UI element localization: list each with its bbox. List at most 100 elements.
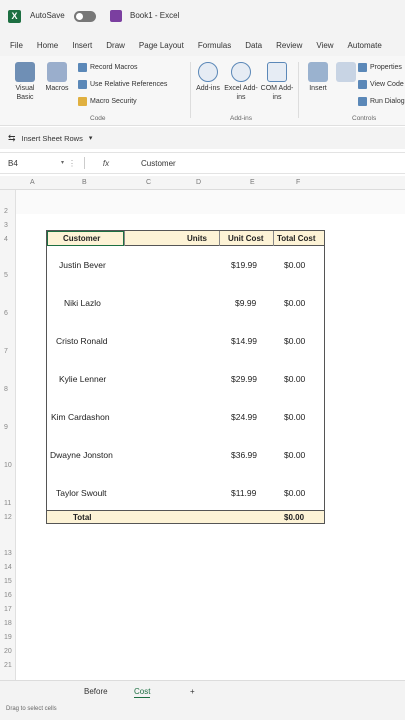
macros-button[interactable]: Macros bbox=[42, 62, 72, 93]
cell-unit-cost[interactable]: $24.99 bbox=[231, 412, 257, 422]
cell-total-cost[interactable]: $0.00 bbox=[284, 412, 305, 422]
row-number[interactable]: 12 bbox=[4, 514, 12, 521]
tab-file[interactable]: File bbox=[10, 41, 23, 50]
column-c[interactable]: C bbox=[146, 179, 151, 186]
header-customer[interactable]: Customer bbox=[63, 234, 100, 243]
status-bar: Drag to select cells bbox=[0, 702, 405, 720]
tab-data[interactable]: Data bbox=[245, 41, 262, 50]
run-dialog-button[interactable]: Run Dialog bbox=[358, 97, 405, 106]
sheet-tab-before[interactable]: Before bbox=[84, 687, 108, 696]
cell-unit-cost[interactable]: $14.99 bbox=[231, 336, 257, 346]
design-mode-button[interactable] bbox=[336, 62, 356, 84]
row-number[interactable]: 14 bbox=[4, 564, 12, 571]
row-number[interactable]: 16 bbox=[4, 592, 12, 599]
quick-access-toolbar: ⇆ Insert Sheet Rows ▾ bbox=[0, 127, 405, 149]
row-number[interactable]: 15 bbox=[4, 578, 12, 585]
row-number[interactable]: 9 bbox=[4, 424, 8, 431]
add-sheet-button[interactable]: + bbox=[190, 687, 195, 696]
chevron-down-icon: ▾ bbox=[60, 159, 64, 166]
top-row-band bbox=[16, 190, 405, 214]
cell-customer[interactable]: Cristo Ronald bbox=[56, 336, 108, 346]
row-number[interactable]: 19 bbox=[4, 634, 12, 641]
row-number[interactable]: 5 bbox=[4, 272, 8, 279]
row-number[interactable]: 3 bbox=[4, 222, 8, 229]
title-bar: X AutoSave Book1 - Excel bbox=[0, 0, 405, 34]
fx-icon[interactable]: fx bbox=[91, 159, 121, 168]
excel-add-ins-button[interactable]: Excel Add-ins bbox=[224, 62, 258, 102]
macro-security-button[interactable]: Macro Security bbox=[78, 97, 137, 106]
view-code-button[interactable]: View Code bbox=[358, 80, 404, 89]
properties-button[interactable]: Properties bbox=[358, 63, 402, 72]
tab-automate[interactable]: Automate bbox=[348, 41, 382, 50]
more-options-icon[interactable]: ⋮ bbox=[68, 159, 76, 168]
row-number[interactable]: 8 bbox=[4, 386, 8, 393]
tab-insert[interactable]: Insert bbox=[72, 41, 92, 50]
ribbon-divider bbox=[298, 62, 299, 118]
record-macro-button[interactable]: Record Macros bbox=[78, 63, 137, 72]
cell-unit-cost[interactable]: $9.99 bbox=[235, 298, 256, 308]
column-a[interactable]: A bbox=[30, 179, 35, 186]
insert-control-button[interactable]: Insert bbox=[304, 62, 332, 93]
cell-customer[interactable]: Niki Lazlo bbox=[64, 298, 101, 308]
cell-unit-cost[interactable]: $19.99 bbox=[231, 260, 257, 270]
visual-basic-button[interactable]: Visual Basic bbox=[10, 62, 40, 102]
tab-draw[interactable]: Draw bbox=[106, 41, 125, 50]
column-b[interactable]: B bbox=[82, 179, 87, 186]
total-label[interactable]: Total bbox=[73, 513, 92, 522]
header-units[interactable]: Units bbox=[187, 234, 207, 243]
save-icon[interactable] bbox=[110, 10, 122, 22]
tab-formulas[interactable]: Formulas bbox=[198, 41, 231, 50]
column-e[interactable]: E bbox=[250, 179, 255, 186]
sheet-tab-cost[interactable]: Cost bbox=[134, 687, 151, 698]
cell-total-cost[interactable]: $0.00 bbox=[284, 336, 305, 346]
cell-total-cost[interactable]: $0.00 bbox=[284, 298, 305, 308]
formula-input[interactable]: Customer bbox=[121, 159, 176, 168]
cell-customer[interactable]: Dwayne Jonston bbox=[50, 450, 113, 460]
row-number[interactable]: 2 bbox=[4, 208, 8, 215]
row-number[interactable]: 13 bbox=[4, 550, 12, 557]
cell-total-cost[interactable]: $0.00 bbox=[284, 374, 305, 384]
relative-icon bbox=[78, 80, 87, 89]
cell-unit-cost[interactable]: $29.99 bbox=[231, 374, 257, 384]
excel-logo-icon: X bbox=[8, 10, 21, 23]
total-value[interactable]: $0.00 bbox=[284, 513, 304, 522]
column-d[interactable]: D bbox=[196, 179, 201, 186]
row-number[interactable]: 21 bbox=[4, 662, 12, 669]
formula-divider bbox=[84, 157, 85, 169]
row-header: 2 3 4 5 6 7 8 9 10 11 12 13 14 15 16 17 … bbox=[0, 190, 16, 680]
cell-unit-cost[interactable]: $11.99 bbox=[231, 488, 256, 498]
cell-total-cost[interactable]: $0.00 bbox=[284, 488, 305, 498]
tab-review[interactable]: Review bbox=[276, 41, 302, 50]
row-number[interactable]: 11 bbox=[4, 500, 11, 507]
cell-customer[interactable]: Kim Cardashon bbox=[51, 412, 110, 422]
add-ins-button[interactable]: Add-ins bbox=[196, 62, 220, 93]
row-number[interactable]: 4 bbox=[4, 236, 8, 243]
cell-total-cost[interactable]: $0.00 bbox=[284, 260, 305, 270]
header-total-cost[interactable]: Total Cost bbox=[277, 234, 316, 243]
run-dialog-icon bbox=[358, 97, 367, 106]
tab-view[interactable]: View bbox=[316, 41, 333, 50]
tab-page-layout[interactable]: Page Layout bbox=[139, 41, 184, 50]
insert-sheet-rows-button[interactable]: Insert Sheet Rows bbox=[22, 134, 83, 143]
row-number[interactable]: 20 bbox=[4, 648, 12, 655]
cell-unit-cost[interactable]: $36.99 bbox=[231, 450, 257, 460]
cell-total-cost[interactable]: $0.00 bbox=[284, 450, 305, 460]
name-box[interactable]: B4 ▾ bbox=[0, 159, 68, 168]
dropdown-chevron-icon[interactable]: ▾ bbox=[89, 134, 93, 142]
row-number[interactable]: 6 bbox=[4, 310, 8, 317]
com-add-ins-button[interactable]: COM Add-ins bbox=[260, 62, 294, 102]
cell-customer[interactable]: Justin Bever bbox=[59, 260, 106, 270]
row-number[interactable]: 17 bbox=[4, 606, 12, 613]
row-number[interactable]: 18 bbox=[4, 620, 12, 627]
cell-customer[interactable]: Kylie Lenner bbox=[59, 374, 106, 384]
relative-references-button[interactable]: Use Relative References bbox=[78, 80, 167, 89]
table-header-row: Customer Units Unit Cost Total Cost bbox=[47, 231, 324, 246]
macros-icon bbox=[47, 62, 67, 82]
autosave-toggle[interactable] bbox=[74, 11, 96, 22]
row-number[interactable]: 7 bbox=[4, 348, 8, 355]
tab-home[interactable]: Home bbox=[37, 41, 58, 50]
header-unit-cost[interactable]: Unit Cost bbox=[228, 234, 264, 243]
row-number[interactable]: 10 bbox=[4, 462, 12, 469]
column-f[interactable]: F bbox=[296, 179, 300, 186]
cell-customer[interactable]: Taylor Swoult bbox=[56, 488, 107, 498]
